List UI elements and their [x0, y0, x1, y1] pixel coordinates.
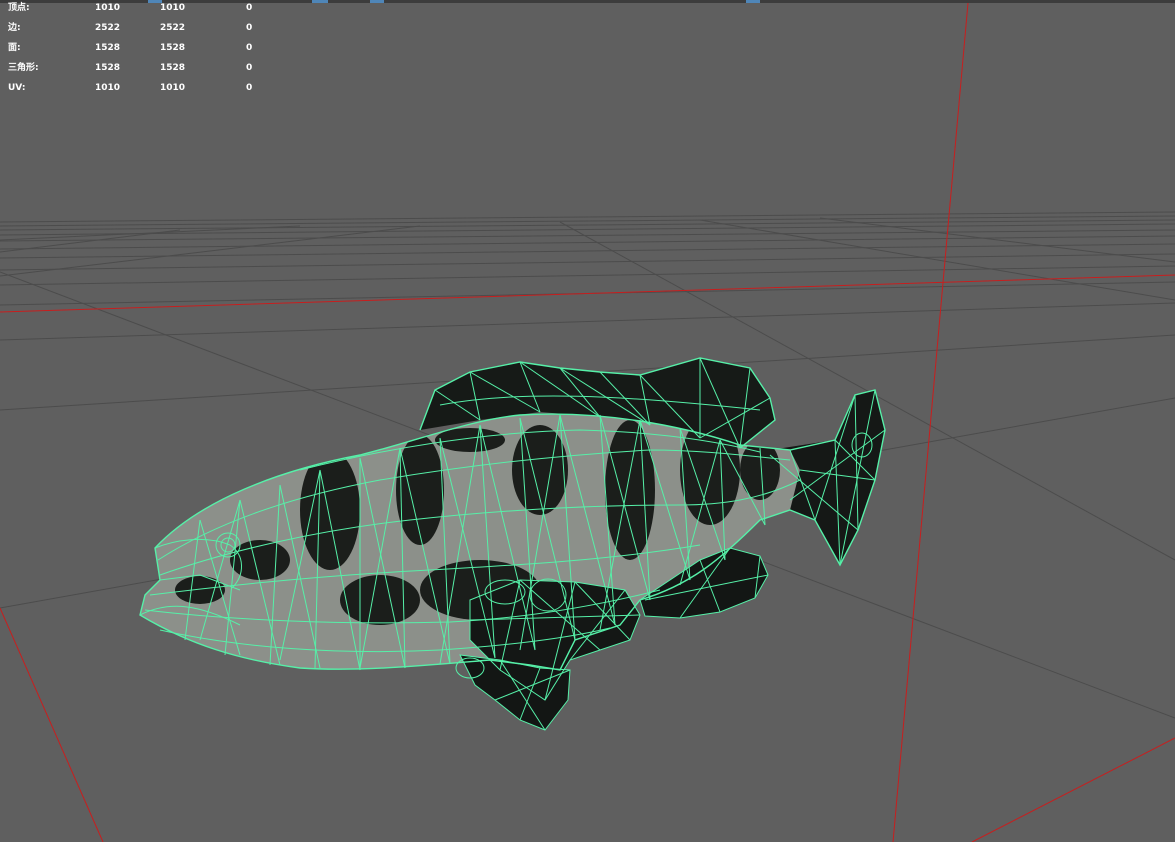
toolbar-mark [746, 0, 760, 3]
toolbar-mark [370, 0, 384, 3]
hud-value: 0 [246, 83, 253, 93]
poly-count-hud: 顶点: 1010 1010 0 边: 2522 2522 0 面: 1528 1… [0, 0, 270, 100]
hud-value: 1010 [160, 83, 186, 93]
3d-viewport[interactable]: 顶点: 1010 1010 0 边: 2522 2522 0 面: 1528 1… [0, 0, 1175, 842]
fish-model[interactable] [139, 357, 886, 731]
hud-value: 0 [246, 23, 253, 33]
hud-label: 面: [8, 43, 21, 53]
hud-value: 1010 [95, 3, 121, 13]
hud-value: 1010 [160, 3, 186, 13]
hud-value: 1528 [160, 43, 186, 53]
hud-value: 2522 [95, 23, 121, 33]
hud-label: UV: [8, 83, 26, 93]
hud-value: 1010 [95, 83, 121, 93]
viewport-canvas[interactable] [0, 0, 1175, 842]
hud-value: 2522 [160, 23, 186, 33]
hud-value: 1528 [95, 63, 121, 73]
hud-label: 顶点: [8, 3, 30, 13]
hud-value: 0 [246, 3, 253, 13]
hud-value: 0 [246, 43, 253, 53]
hud-label: 三角形: [8, 63, 39, 73]
hud-label: 边: [8, 23, 21, 33]
hud-value: 1528 [95, 43, 121, 53]
toolbar-mark [312, 0, 328, 3]
hud-value: 0 [246, 63, 253, 73]
hud-value: 1528 [160, 63, 186, 73]
